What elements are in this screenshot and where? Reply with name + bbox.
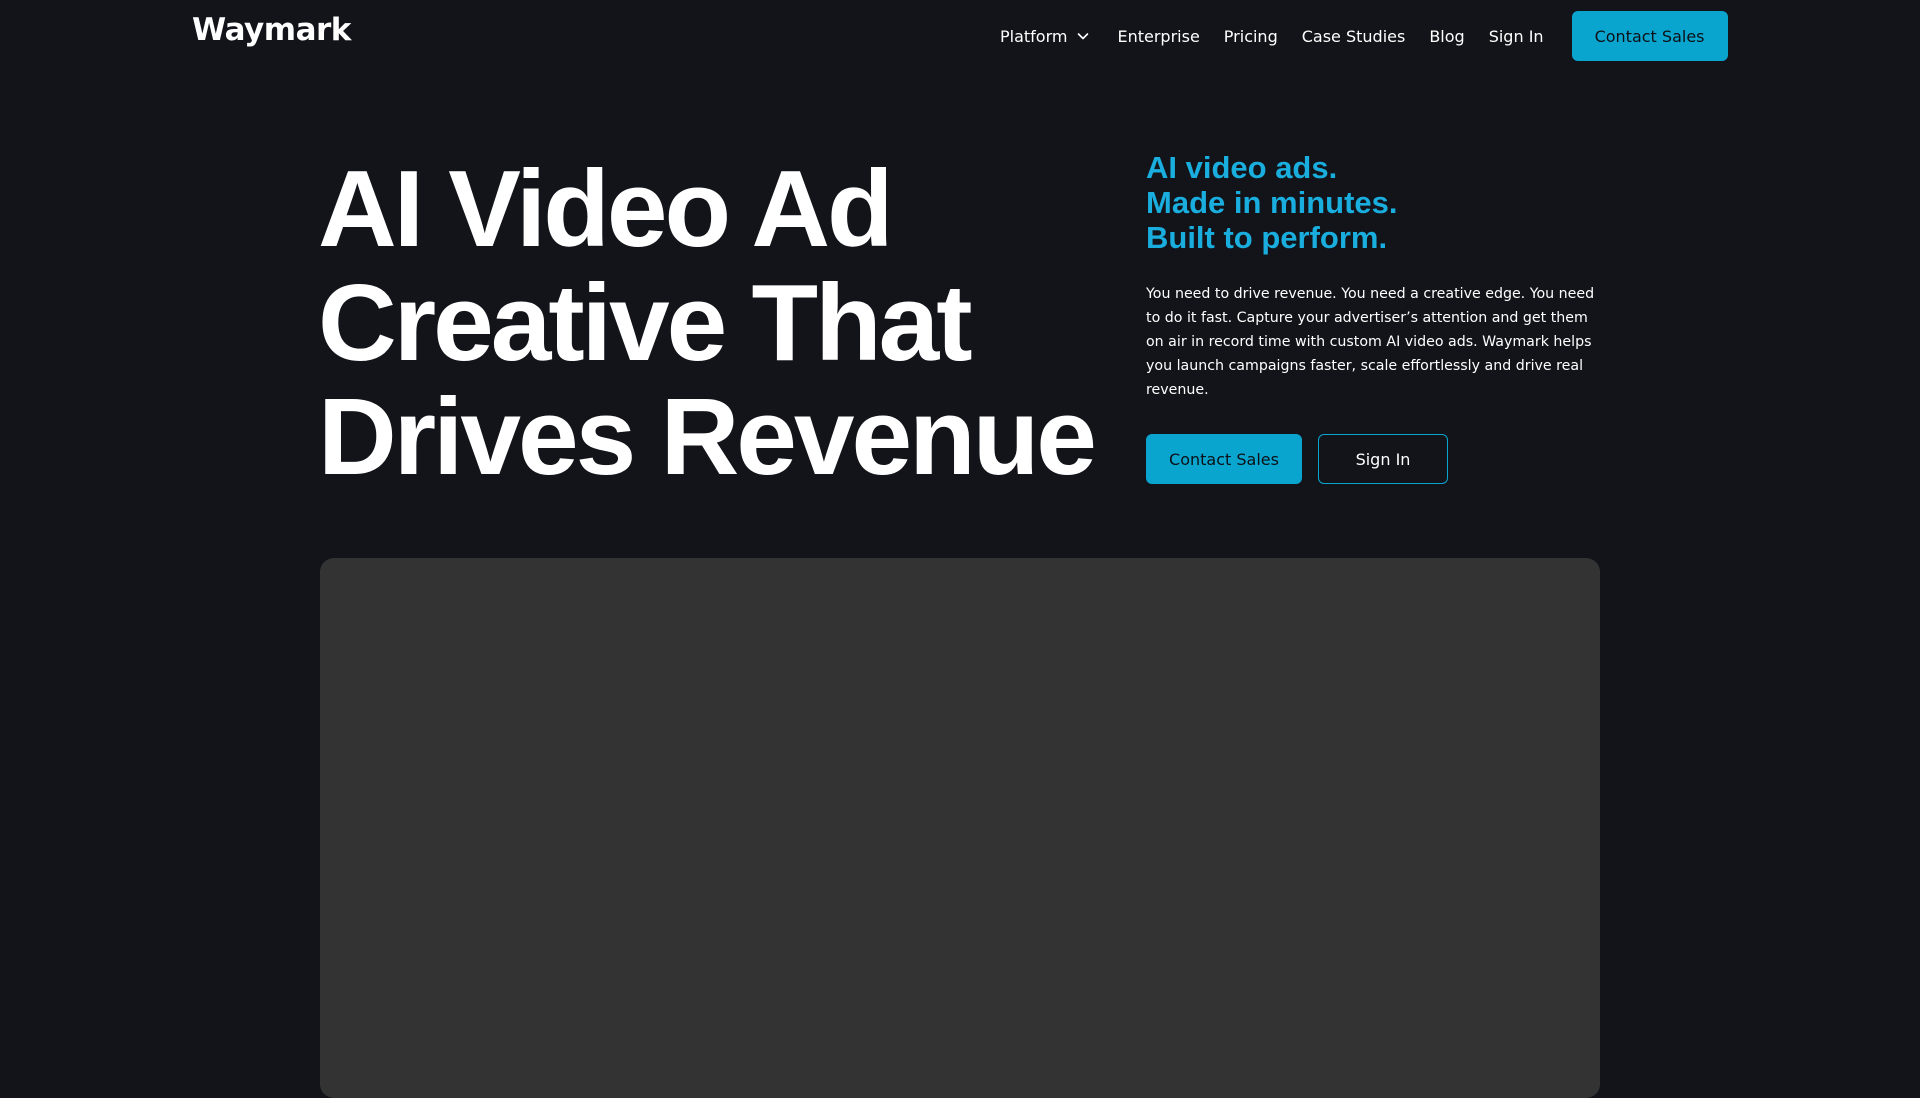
hero-title-line: Drives Revenue — [318, 376, 1097, 498]
nav-item-platform[interactable]: Platform — [1000, 27, 1091, 46]
hero-video-panel[interactable] — [320, 558, 1600, 1098]
hero-tagline: AI video ads. Made in minutes. Built to … — [1146, 150, 1397, 255]
hero-sign-in-button[interactable]: Sign In — [1318, 434, 1448, 484]
hero-tagline-line: AI video ads. — [1146, 150, 1338, 185]
hero-tagline-line: Made in minutes. — [1146, 185, 1398, 220]
hero-title: AI Video Ad Creative That Drives Revenue — [318, 152, 1138, 494]
nav-item-enterprise[interactable]: Enterprise — [1117, 27, 1199, 46]
hero-title-line: Creative That — [318, 262, 973, 384]
hero-contact-sales-button[interactable]: Contact Sales — [1146, 434, 1302, 484]
nav-item-pricing[interactable]: Pricing — [1224, 27, 1278, 46]
main-nav: Platform Enterprise Pricing Case Studies… — [1000, 11, 1728, 61]
nav-item-sign-in[interactable]: Sign In — [1489, 27, 1544, 46]
nav-item-case-studies[interactable]: Case Studies — [1302, 27, 1406, 46]
hero-actions: Contact Sales Sign In — [1146, 434, 1448, 484]
chevron-down-icon — [1078, 33, 1089, 40]
nav-contact-sales-button[interactable]: Contact Sales — [1571, 11, 1728, 61]
waymark-logo[interactable]: Waymark — [192, 10, 351, 50]
hero-title-line: AI Video Ad — [318, 148, 894, 270]
hero-description: You need to drive revenue. You need a cr… — [1146, 286, 1595, 398]
site-header: Waymark Platform Enterprise Pricing Case… — [0, 0, 1920, 72]
nav-item-blog[interactable]: Blog — [1429, 27, 1464, 46]
hero-tagline-line: Built to perform. — [1146, 220, 1388, 255]
nav-item-platform-label: Platform — [1000, 26, 1068, 46]
